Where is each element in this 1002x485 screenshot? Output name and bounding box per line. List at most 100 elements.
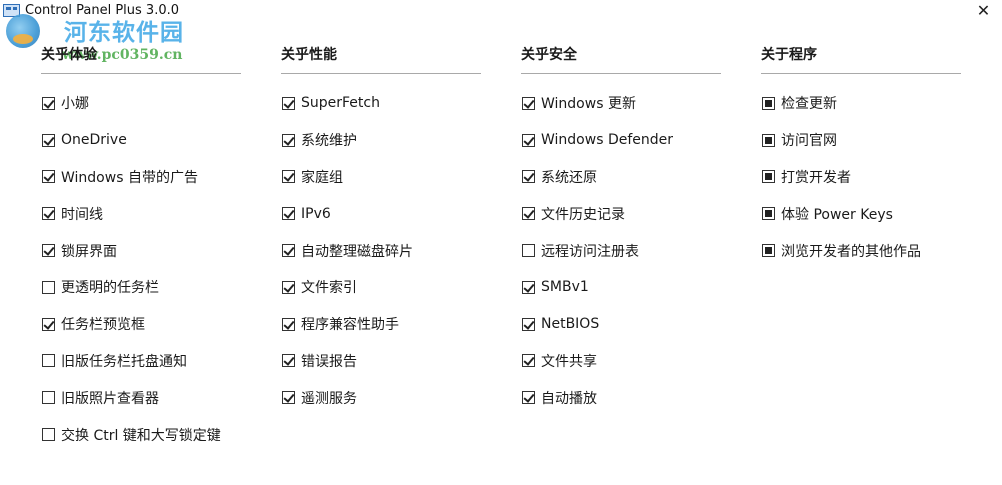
checkbox-option[interactable]: 文件共享 <box>521 343 721 380</box>
column-heading: 关乎性能 <box>281 47 337 63</box>
square-bullet-icon[interactable] <box>762 207 775 221</box>
checkbox-option[interactable]: NetBIOS <box>521 306 721 343</box>
checkbox-option[interactable]: 文件历史记录 <box>521 195 721 232</box>
option-label: 系统维护 <box>301 133 357 150</box>
checkbox-checked-icon[interactable] <box>42 317 55 331</box>
checkbox-checked-icon[interactable] <box>282 96 295 110</box>
option-label: OneDrive <box>61 132 127 149</box>
checkbox-option[interactable]: OneDrive <box>41 122 241 159</box>
checkbox-checked-icon[interactable] <box>522 133 535 147</box>
checkbox-option[interactable]: 时间线 <box>41 195 241 232</box>
checkbox-option[interactable]: SuperFetch <box>281 85 481 122</box>
checkbox-checked-icon[interactable] <box>522 96 535 110</box>
checkbox-checked-icon[interactable] <box>522 280 535 294</box>
option-label: 自动播放 <box>541 390 597 407</box>
checkbox-checked-icon[interactable] <box>282 391 295 405</box>
option-label: 浏览开发者的其他作品 <box>781 243 921 260</box>
checkbox-option[interactable]: 旧版任务栏托盘通知 <box>41 343 241 380</box>
checkbox-checked-icon[interactable] <box>42 244 55 258</box>
checkbox-checked-icon[interactable] <box>42 170 55 184</box>
checkbox-checked-icon[interactable] <box>522 170 535 184</box>
checkbox-checked-icon[interactable] <box>42 96 55 110</box>
option-list: Windows 更新 Windows Defender 系统还原 文件历史记录远程访问… <box>521 85 721 416</box>
column-about: 关于程序 检查更新 访问官网 打赏开发者 体验 Power Keys 浏览开发者的其他作… <box>761 43 961 269</box>
about-link-option[interactable]: 检查更新 <box>761 85 961 122</box>
checkbox-option[interactable]: Windows Defender <box>521 122 721 159</box>
option-label: 自动整理磁盘碎片 <box>301 243 413 260</box>
option-label: 小娜 <box>61 96 89 113</box>
checkbox-checked-icon[interactable] <box>282 170 295 184</box>
about-link-option[interactable]: 体验 Power Keys <box>761 195 961 232</box>
checkbox-option[interactable]: 交换 Ctrl 键和大写锁定键 <box>41 416 241 453</box>
checkbox-option[interactable]: 远程访问注册表 <box>521 232 721 269</box>
option-label: SuperFetch <box>301 95 380 112</box>
about-link-option[interactable]: 打赏开发者 <box>761 159 961 196</box>
checkbox-option[interactable]: IPv6 <box>281 195 481 232</box>
checkbox-option[interactable]: 锁屏界面 <box>41 232 241 269</box>
checkbox-checked-icon[interactable] <box>42 207 55 221</box>
checkbox-option[interactable]: Windows 更新 <box>521 85 721 122</box>
option-label: 程序兼容性助手 <box>301 317 399 334</box>
title-bar: Control Panel Plus 3.0.0 ✕ <box>0 0 1002 24</box>
checkbox-checked-icon[interactable] <box>522 317 535 331</box>
checkbox-unchecked-icon[interactable] <box>42 428 55 442</box>
checkbox-option[interactable]: 自动播放 <box>521 379 721 416</box>
heading-divider <box>281 73 481 74</box>
checkbox-option[interactable]: 家庭组 <box>281 159 481 196</box>
about-link-option[interactable]: 访问官网 <box>761 122 961 159</box>
checkbox-option[interactable]: Windows 自带的广告 <box>41 159 241 196</box>
column-experience: 关乎体验 小娜 OneDrive Windows 自带的广告 时间线 锁屏界面 更透明的任… <box>41 43 241 453</box>
checkbox-option[interactable]: 小娜 <box>41 85 241 122</box>
checkbox-checked-icon[interactable] <box>282 207 295 221</box>
checkbox-unchecked-icon[interactable] <box>522 244 535 258</box>
column-heading: 关乎体验 <box>41 47 97 63</box>
square-bullet-icon[interactable] <box>762 96 775 110</box>
option-label: 文件索引 <box>301 280 357 297</box>
column-heading: 关乎安全 <box>521 47 577 63</box>
checkbox-unchecked-icon[interactable] <box>42 354 55 368</box>
option-label: IPv6 <box>301 205 331 222</box>
option-label: SMBv1 <box>541 279 589 296</box>
option-list: SuperFetch 系统维护家庭组 IPv6 自动整理磁盘碎片 文件索引程序兼容性助手… <box>281 85 481 416</box>
option-label: NetBIOS <box>541 316 600 333</box>
checkbox-checked-icon[interactable] <box>282 280 295 294</box>
checkbox-option[interactable]: 遥测服务 <box>281 379 481 416</box>
checkbox-option[interactable]: 任务栏预览框 <box>41 306 241 343</box>
checkbox-option[interactable]: 文件索引 <box>281 269 481 306</box>
checkbox-option[interactable]: 旧版照片查看器 <box>41 379 241 416</box>
option-label: Windows 更新 <box>541 96 636 113</box>
option-list: 小娜 OneDrive Windows 自带的广告 时间线 锁屏界面 更透明的任务栏 任务栏… <box>41 85 241 453</box>
app-icon <box>3 4 20 17</box>
checkbox-checked-icon[interactable] <box>282 133 295 147</box>
checkbox-option[interactable]: 程序兼容性助手 <box>281 306 481 343</box>
checkbox-checked-icon[interactable] <box>282 317 295 331</box>
checkbox-option[interactable]: 更透明的任务栏 <box>41 269 241 306</box>
option-label: 旧版任务栏托盘通知 <box>61 353 187 370</box>
option-label: 旧版照片查看器 <box>61 390 159 407</box>
option-label: 错误报告 <box>301 353 357 370</box>
square-bullet-icon[interactable] <box>762 244 775 258</box>
checkbox-option[interactable]: 系统维护 <box>281 122 481 159</box>
checkbox-unchecked-icon[interactable] <box>42 391 55 405</box>
option-label: 家庭组 <box>301 169 343 186</box>
square-bullet-icon[interactable] <box>762 170 775 184</box>
square-bullet-icon[interactable] <box>762 133 775 147</box>
close-button[interactable]: ✕ <box>965 0 1002 24</box>
checkbox-checked-icon[interactable] <box>282 244 295 258</box>
option-label: 文件共享 <box>541 353 597 370</box>
about-link-option[interactable]: 浏览开发者的其他作品 <box>761 232 961 269</box>
checkbox-option[interactable]: 系统还原 <box>521 159 721 196</box>
checkbox-checked-icon[interactable] <box>522 354 535 368</box>
window-title: Control Panel Plus 3.0.0 <box>25 3 180 18</box>
checkbox-checked-icon[interactable] <box>282 354 295 368</box>
checkbox-checked-icon[interactable] <box>522 391 535 405</box>
checkbox-option[interactable]: SMBv1 <box>521 269 721 306</box>
checkbox-unchecked-icon[interactable] <box>42 280 55 294</box>
option-label: 远程访问注册表 <box>541 243 639 260</box>
column-performance: 关乎性能 SuperFetch 系统维护家庭组 IPv6 自动整理磁盘碎片 文件索引程序… <box>281 43 481 416</box>
checkbox-option[interactable]: 自动整理磁盘碎片 <box>281 232 481 269</box>
checkbox-checked-icon[interactable] <box>522 207 535 221</box>
checkbox-option[interactable]: 错误报告 <box>281 343 481 380</box>
checkbox-checked-icon[interactable] <box>42 133 55 147</box>
option-label: 交换 Ctrl 键和大写锁定键 <box>61 427 221 444</box>
